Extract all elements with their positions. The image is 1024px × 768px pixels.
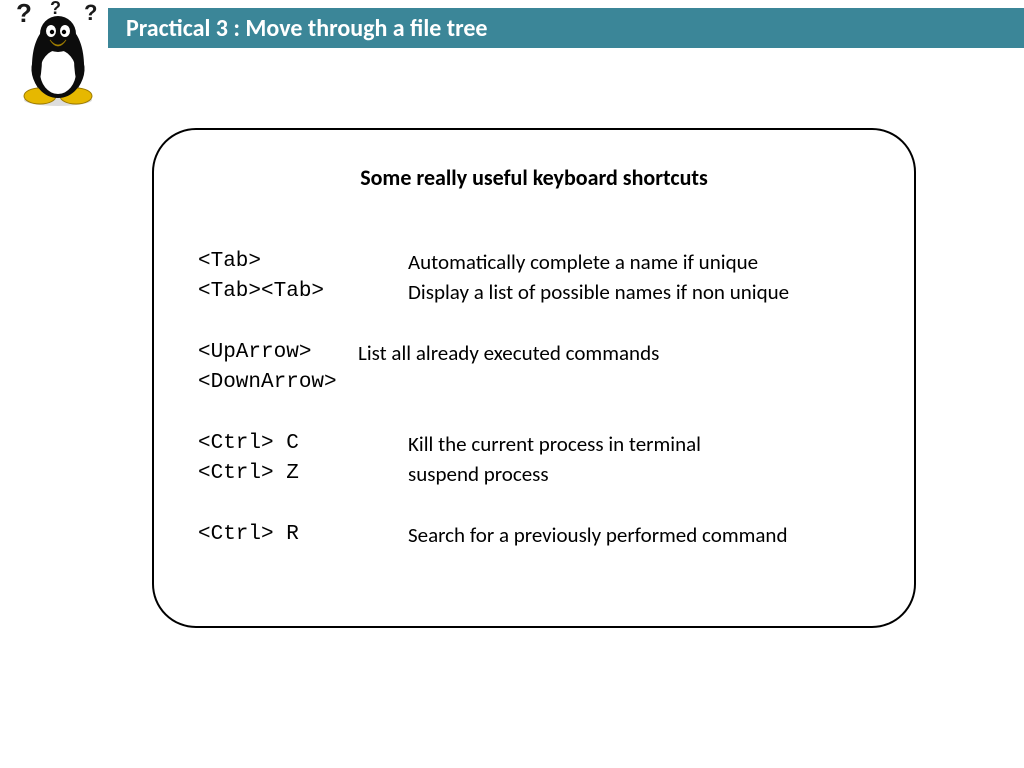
shortcut-desc: Display a list of possible names if non … [408, 277, 789, 307]
shortcut-row: <Ctrl> Z suspend process [198, 459, 870, 489]
slide-title: Practical 3 : Move through a file tree [126, 14, 488, 43]
shortcut-key: <DownArrow> [198, 368, 358, 398]
svg-text:?: ? [84, 0, 97, 25]
shortcut-key: <Tab><Tab> [198, 277, 408, 307]
shortcut-key: <Ctrl> C [198, 429, 408, 459]
shortcut-row: <Ctrl> R Search for a previously perform… [198, 520, 870, 550]
shortcut-key: <UpArrow> [198, 338, 358, 368]
svg-text:?: ? [16, 0, 32, 28]
shortcut-desc: Automatically complete a name if unique [408, 247, 758, 277]
shortcut-row: <Tab><Tab> Display a list of possible na… [198, 277, 870, 307]
box-title: Some really useful keyboard shortcuts [198, 164, 870, 191]
shortcut-desc: suspend process [408, 459, 549, 489]
shortcut-row: <Ctrl> C Kill the current process in ter… [198, 429, 870, 459]
svg-text:?: ? [50, 0, 61, 18]
shortcut-desc: Kill the current process in terminal [408, 429, 701, 459]
shortcut-row: <Tab> Automatically complete a name if u… [198, 247, 870, 277]
shortcut-row: <UpArrow> List all already executed comm… [198, 338, 870, 368]
shortcut-desc: List all already executed commands [358, 338, 659, 368]
shortcut-key: <Ctrl> R [198, 520, 408, 550]
shortcut-row: <DownArrow> [198, 368, 870, 398]
shortcut-list: <Tab> Automatically complete a name if u… [198, 247, 870, 550]
shortcuts-box: Some really useful keyboard shortcuts <T… [152, 128, 916, 628]
mascot-tux-icon: ? ? ? [8, 0, 108, 108]
shortcut-key: <Tab> [198, 247, 408, 277]
slide-header: Practical 3 : Move through a file tree [108, 8, 1024, 48]
shortcut-desc: Search for a previously performed comman… [408, 520, 788, 550]
shortcut-key: <Ctrl> Z [198, 459, 408, 489]
